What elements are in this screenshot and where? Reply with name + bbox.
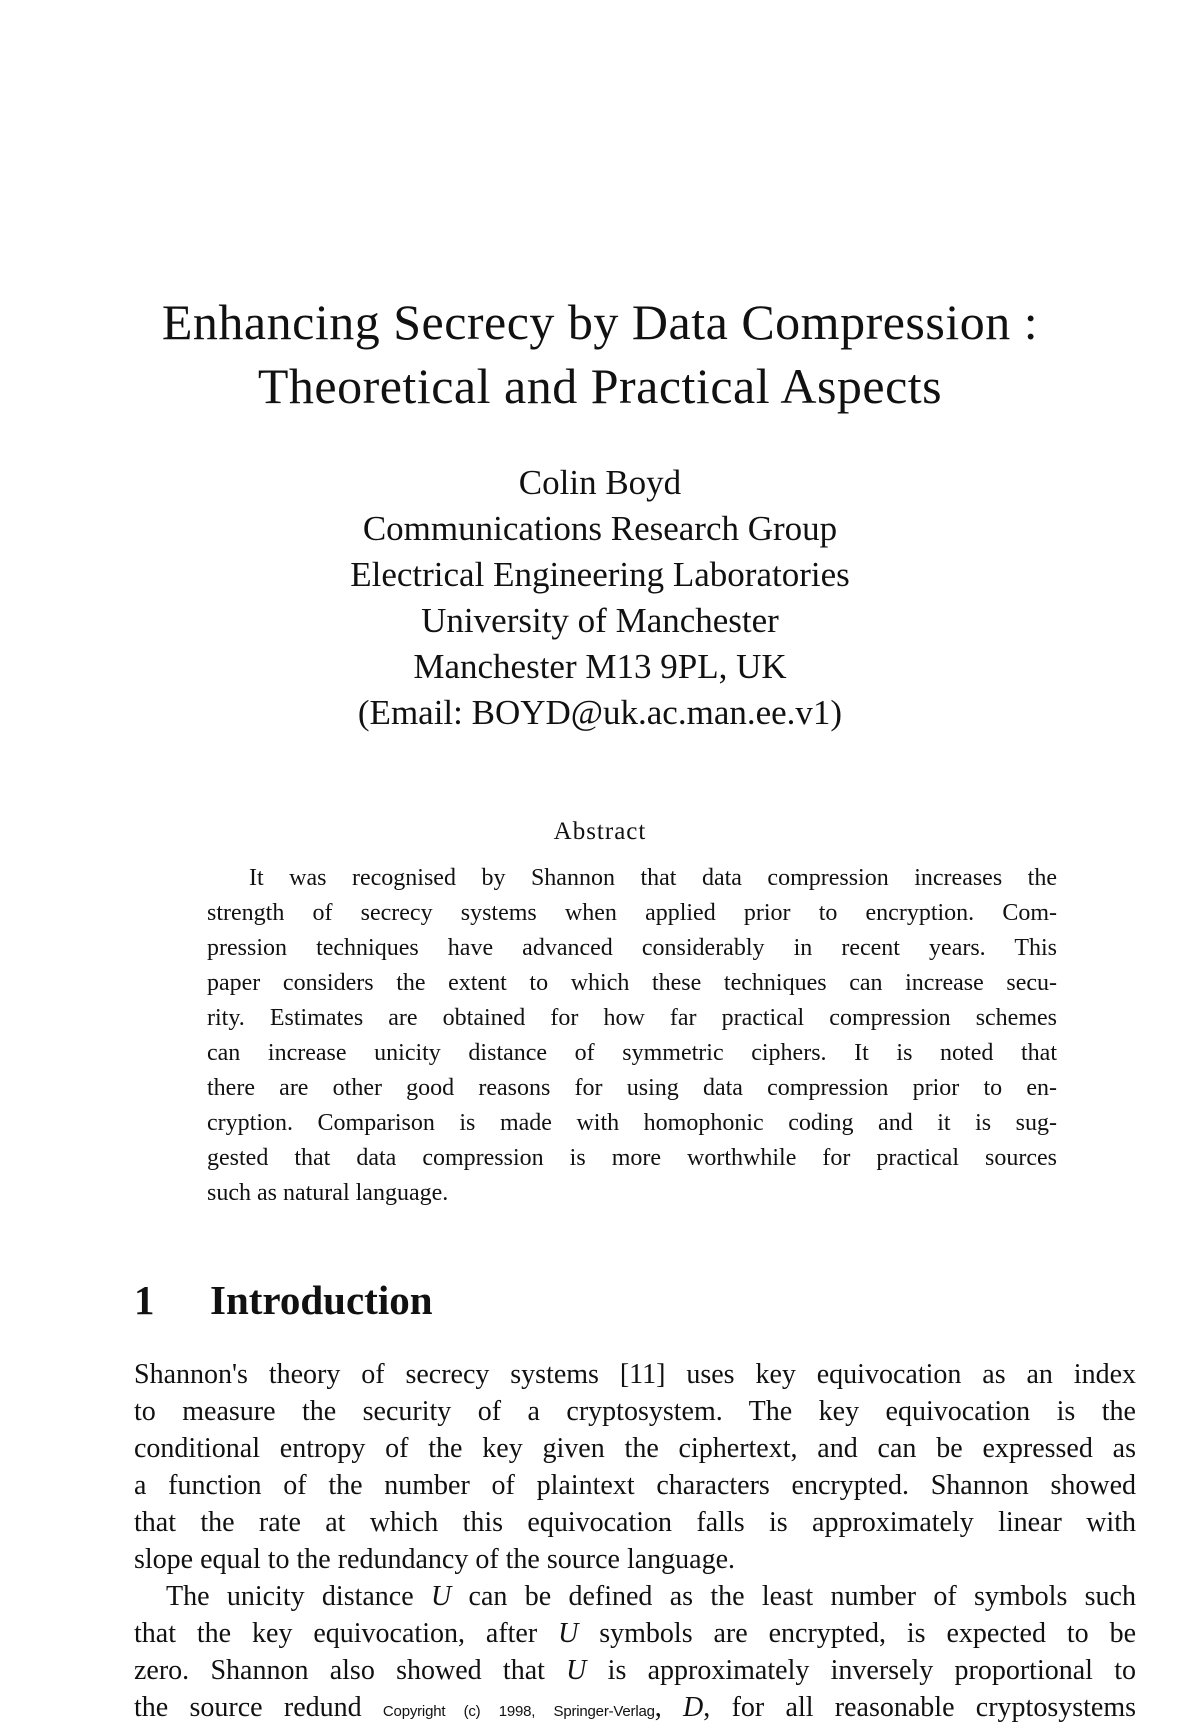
- math-variable: U: [430, 1581, 452, 1612]
- text-run: that the key equivocation, after: [134, 1618, 559, 1649]
- text-run: can be defined as the least number of sy…: [451, 1581, 1136, 1612]
- affiliation-line: Communications Research Group: [362, 509, 838, 548]
- body-line: to measure the security of a cryptosyste…: [134, 1396, 1136, 1427]
- affiliation-line: Manchester M13 9PL, UK: [413, 647, 787, 686]
- body-line: conditional entropy of the key given the…: [134, 1433, 1136, 1464]
- body-line: zero. Shannon also showed that U is appr…: [134, 1652, 1136, 1689]
- body-line: Shannon's theory of secrecy systems [11]…: [134, 1359, 1136, 1390]
- math-variable: D: [683, 1692, 704, 1723]
- text-run: The unicity distance: [166, 1581, 431, 1612]
- copyright-notice: Copyright (c) 1998, Springer-Verlag: [382, 1703, 655, 1720]
- math-variable: U: [558, 1618, 579, 1649]
- abstract-line: strength of secrecy systems when applied…: [207, 900, 1057, 926]
- abstract-line: pression techniques have advanced consid…: [207, 935, 1057, 961]
- text-run: is approximately inversely proportional …: [586, 1655, 1136, 1686]
- author-email: (Email: BOYD@uk.ac.man.ee.v1): [357, 693, 843, 732]
- body-line: the source redund Copyright (c) 1998, Sp…: [134, 1692, 1136, 1723]
- abstract-line: cryption. Comparison is made with homoph…: [207, 1110, 1057, 1136]
- abstract-line: such as natural language.: [207, 1180, 449, 1206]
- title-line: Theoretical and Practical Aspects: [257, 358, 943, 414]
- abstract-line: there are other good reasons for using d…: [207, 1075, 1057, 1101]
- text-run: the source redund: [134, 1692, 362, 1723]
- abstract-line: rity. Estimates are obtained for how far…: [207, 1005, 1057, 1031]
- body-line: that the rate at which this equivocation…: [134, 1507, 1136, 1538]
- affiliation-line: University of Manchester: [421, 601, 779, 640]
- body-line: slope equal to the redundancy of the sou…: [134, 1544, 736, 1575]
- body-line: a function of the number of plaintext ch…: [134, 1470, 1136, 1501]
- body-line: The unicity distance U can be defined as…: [166, 1578, 1136, 1615]
- text-run: , for all reasonable cryptosystems: [703, 1692, 1136, 1723]
- abstract-line: can increase unicity distance of symmetr…: [207, 1040, 1057, 1066]
- affiliation-line: Electrical Engineering Laboratories: [350, 555, 850, 594]
- body-line: that the key equivocation, after U symbo…: [134, 1615, 1136, 1652]
- abstract-line: It was recognised by Shannon that data c…: [249, 865, 1057, 891]
- abstract-line: paper considers the extent to which thes…: [207, 970, 1057, 996]
- text-run: zero. Shannon also showed that: [134, 1655, 567, 1686]
- text-run: symbols are encrypted, is expected to be: [578, 1618, 1136, 1649]
- title-line: Enhancing Secrecy by Data Compression :: [161, 294, 1039, 350]
- section-title: Introduction: [210, 1277, 433, 1323]
- section-heading: 1 Introduction: [134, 1275, 433, 1325]
- author-name: Colin Boyd: [518, 463, 682, 502]
- section-number: 1: [134, 1277, 155, 1323]
- math-variable: U: [566, 1655, 587, 1686]
- abstract-heading: Abstract: [553, 818, 647, 845]
- abstract-line: gested that data compression is more wor…: [207, 1145, 1057, 1171]
